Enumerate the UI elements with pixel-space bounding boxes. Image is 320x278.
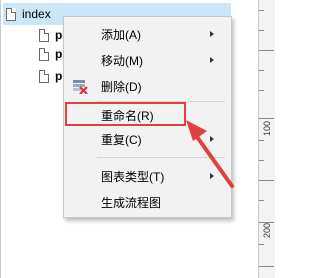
- annotation-arrow-icon: [186, 120, 234, 188]
